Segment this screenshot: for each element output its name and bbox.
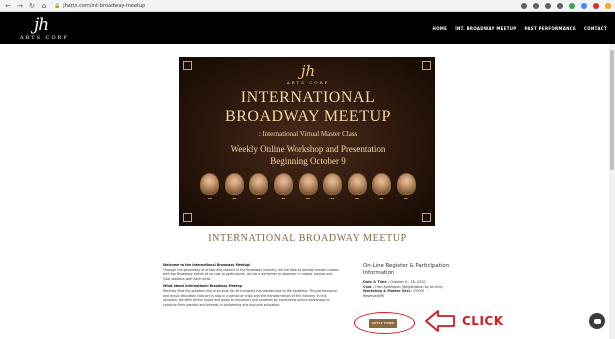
lock-icon: 🔒 <box>54 2 61 9</box>
menu-icon[interactable] <box>605 2 611 9</box>
logo-text: ARTS CORP <box>20 35 69 41</box>
artist-caption: ▬▬ <box>281 198 286 200</box>
scrollbar-thumb[interactable] <box>610 50 614 170</box>
browser-toolbar: ← → ↻ ⌂ 🔒 jharts.com/int-broadway-meetup <box>0 0 615 12</box>
about-heading: What about International Broadway Meetup <box>163 284 243 289</box>
main-nav: HOME INT. BROADWAY MEETUP PAST PERFORMAN… <box>433 26 607 31</box>
forward-icon[interactable]: → <box>16 1 24 11</box>
extension-icon[interactable] <box>533 2 539 9</box>
artist-portrait <box>224 173 244 195</box>
artist-caption: ▬▬ <box>355 198 359 200</box>
nav-contact[interactable]: CONTACT <box>584 26 607 31</box>
welcome-text: Through the generosity of artists and le… <box>163 267 339 281</box>
address-bar[interactable]: 🔒 jharts.com/int-broadway-meetup <box>54 1 484 10</box>
site-header: jh ARTS CORP HOME INT. BROADWAY MEETUP P… <box>0 12 615 44</box>
workshop-label: Workshop & Master Sesi : <box>363 289 413 294</box>
highlight-ring <box>354 312 415 334</box>
extension-icons <box>521 2 611 9</box>
left-arrow-icon <box>425 310 455 332</box>
artist-caption: ▬▬ <box>232 198 237 200</box>
browser-nav: ← → ↻ ⌂ <box>4 1 48 11</box>
ornament-icon <box>422 213 431 222</box>
extension-icon[interactable] <box>569 2 575 9</box>
cost-value: Free Admission (Registration by on-line) <box>375 284 443 289</box>
date-label: Date & Time : <box>363 280 390 285</box>
profile-icon[interactable] <box>593 2 599 9</box>
banner-subtitle: : International Virtual Master Class <box>258 130 358 138</box>
artist-portrait <box>298 173 318 195</box>
page-title: INTERNATIONAL BROADWAY MEETUP <box>208 233 407 244</box>
artist-portrait <box>397 173 416 195</box>
artist-portrait <box>323 173 343 195</box>
about-text: Recently that the greatest risk of survi… <box>163 288 337 307</box>
artist-caption: ▬▬ <box>306 198 310 200</box>
banner-title-line2: BROADWAY MEETUP <box>225 108 391 125</box>
artist-caption: ▬▬ <box>379 198 384 200</box>
register-info: Date & Time : October 9 - 16, 2020 Cost … <box>363 280 453 298</box>
event-banner: jh ARTS CORP INTERNATIONAL BROADWAY MEET… <box>179 57 435 226</box>
extension-icon[interactable] <box>545 2 551 9</box>
nav-home[interactable]: HOME <box>433 26 448 31</box>
extension-icon[interactable] <box>581 2 587 9</box>
date-value: October 9 - 16, 2020 <box>390 280 426 285</box>
banner-logo-text: ARTS CORP <box>286 80 330 85</box>
back-icon[interactable]: ← <box>4 1 12 11</box>
intro-section: Welcome to the International Broadway Me… <box>163 263 339 310</box>
nav-past-performance[interactable]: PAST PERFORMANCE <box>525 26 577 31</box>
banner-title-line1: INTERNATIONAL <box>240 89 376 106</box>
artist-caption: ▬▬ <box>330 198 335 200</box>
artist-captions: ▬▬ ▬▬ ▬▬ ▬▬ ▬▬ ▬▬ ▬▬ ▬▬ ▬▬ <box>198 198 418 201</box>
page-scrollbar[interactable] <box>609 44 615 339</box>
welcome-heading: Welcome to the International Broadway Me… <box>163 263 251 267</box>
artist-caption: ▬▬ <box>404 198 408 200</box>
banner-weekly-line2: Beginning October 9 <box>270 156 346 166</box>
chat-bubble-icon <box>593 318 601 324</box>
banner-weekly-line1: Weekly Online Workshop and Presentation <box>230 144 386 154</box>
logo-mark: jh <box>34 15 49 35</box>
cost-label: Cost : <box>363 284 374 289</box>
artist-portrait <box>347 173 367 195</box>
click-annotation: CLICK <box>462 314 504 328</box>
artist-portraits <box>200 173 416 195</box>
ornament-icon <box>183 213 192 222</box>
artist-portrait <box>200 173 219 195</box>
home-icon[interactable]: ⌂ <box>40 1 48 11</box>
workshop-value: ZOOM <box>413 289 424 294</box>
url-text: jharts.com/int-broadway-meetup <box>63 2 146 9</box>
reserved-text: Reserved(M) <box>363 293 385 298</box>
artist-portrait <box>372 173 392 195</box>
artist-caption: ▬▬ <box>257 198 261 200</box>
nav-int-broadway-meetup[interactable]: INT. BROADWAY MEETUP <box>455 26 516 31</box>
register-title: On-Line Register & Participation Informa… <box>363 263 450 276</box>
banner-logo-mark: jh <box>300 62 316 80</box>
artist-portrait <box>249 173 269 195</box>
extension-icon[interactable] <box>557 2 563 9</box>
artist-portrait <box>273 173 293 195</box>
extension-icon[interactable] <box>521 2 527 9</box>
reload-icon[interactable]: ↻ <box>28 1 36 11</box>
artist-caption: ▬▬ <box>208 198 212 200</box>
register-section: On-Line Register & Participation Informa… <box>363 263 453 299</box>
chat-widget-button[interactable] <box>589 313 605 329</box>
